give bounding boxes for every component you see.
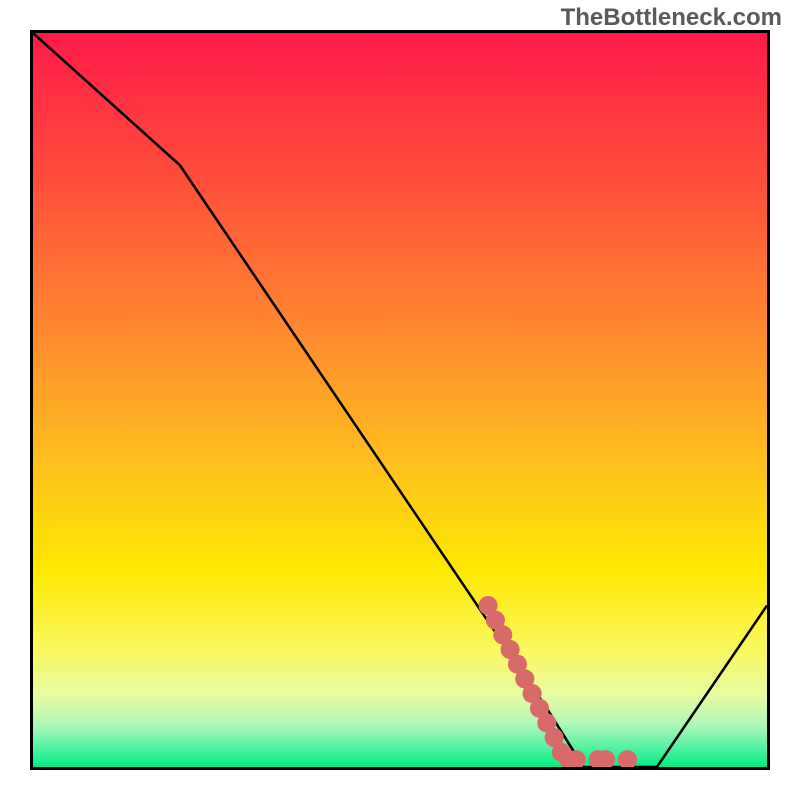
plot-area	[30, 30, 770, 770]
accent-dots	[479, 596, 638, 767]
bottleneck-curve	[33, 33, 767, 767]
watermark-text: TheBottleneck.com	[561, 4, 782, 32]
chart-svg	[33, 33, 767, 767]
